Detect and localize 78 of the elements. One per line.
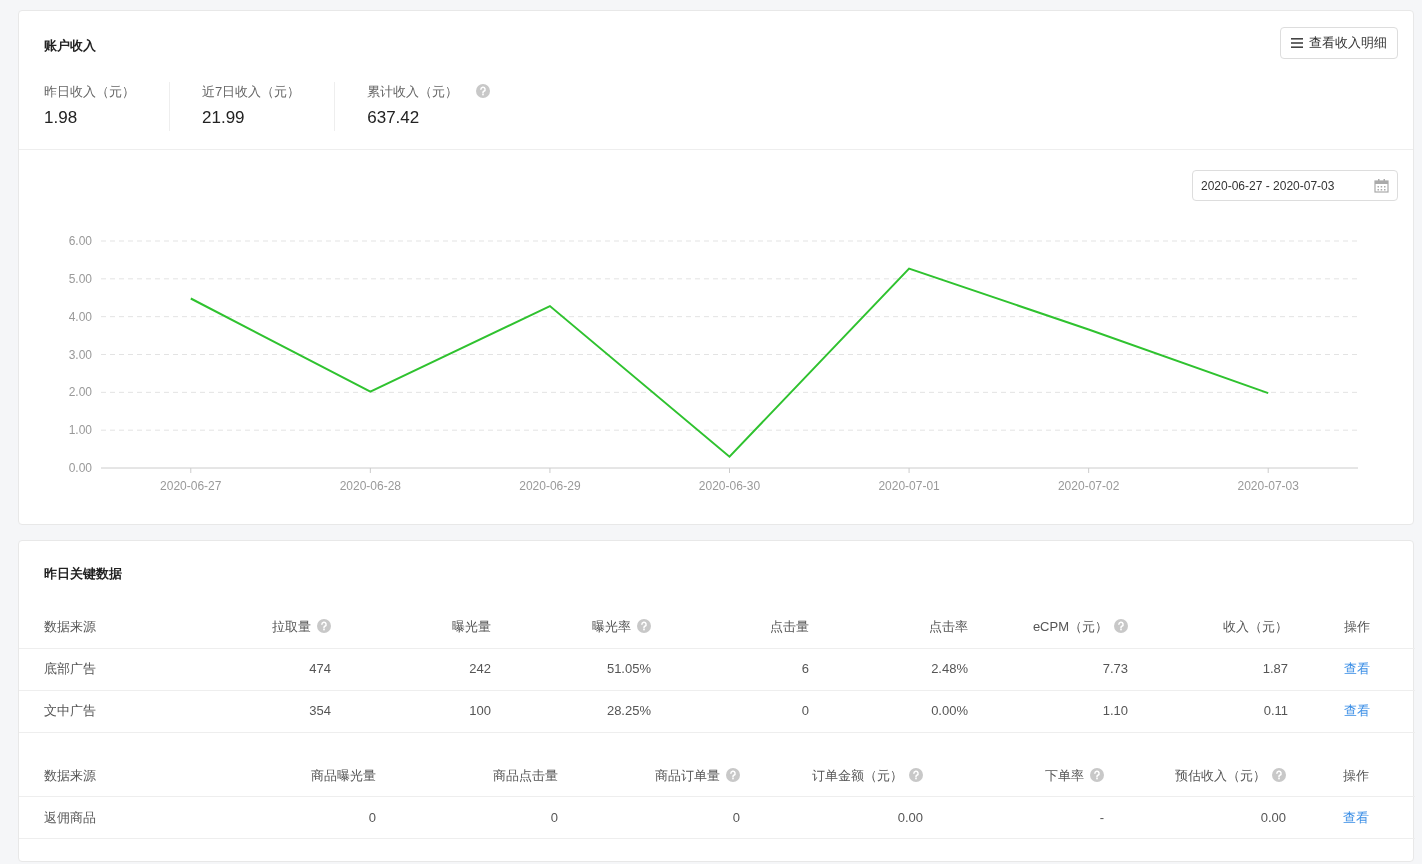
section-title: 昨日关键数据 <box>44 566 122 581</box>
help-icon[interactable] <box>317 619 331 633</box>
y-tick-label: 3.00 <box>68 347 92 362</box>
column-header: 拉取量 <box>272 619 311 634</box>
view-link[interactable]: 查看 <box>1343 703 1370 719</box>
table-cell: 0 <box>801 703 809 719</box>
date-range-value: 2020-06-27 - 2020-07-03 <box>1201 177 1335 195</box>
help-icon[interactable] <box>476 84 491 99</box>
view-link[interactable]: 查看 <box>1343 661 1370 677</box>
column-header: 曝光量 <box>452 619 491 634</box>
income-detail-button[interactable]: 查看收入明细 <box>1280 27 1398 59</box>
calendar-icon <box>1374 178 1389 193</box>
table-cell: 1.10 <box>1102 703 1128 719</box>
help-icon[interactable] <box>909 767 923 782</box>
table-cell: 0 <box>368 809 376 825</box>
table-cell: 文中广告 <box>44 703 96 719</box>
column-header: 点击率 <box>929 619 968 634</box>
help-icon[interactable] <box>1272 767 1286 782</box>
column-header: eCPM（元） <box>1032 619 1108 634</box>
column-header: 数据来源 <box>44 619 96 634</box>
table-cell: - <box>1099 809 1104 825</box>
x-tick-label: 2020-07-01 <box>878 479 940 493</box>
menu-icon <box>1291 37 1303 48</box>
y-tick-label: 0.00 <box>68 461 92 475</box>
help-icon[interactable] <box>726 767 740 782</box>
table-cell: 底部广告 <box>44 661 96 677</box>
stat-value: 637.42 <box>367 107 420 129</box>
column-header: 收入（元） <box>1223 619 1288 634</box>
column-header: 商品点击量 <box>493 767 558 783</box>
table-cell: 28.25% <box>606 703 651 719</box>
column-header: 商品曝光量 <box>311 767 376 783</box>
section-title: 账户收入 <box>44 37 96 55</box>
column-header: 商品订单量 <box>655 767 720 783</box>
column-header: 点击量 <box>770 619 809 634</box>
column-header: 预估收入（元） <box>1175 767 1266 783</box>
table-cell: 0 <box>732 809 740 825</box>
help-icon[interactable] <box>637 619 651 633</box>
y-tick-label: 6.00 <box>68 234 92 248</box>
x-tick-label: 2020-06-28 <box>339 479 402 493</box>
table-cell: 0 <box>550 809 558 825</box>
stat-value: 21.99 <box>202 107 245 129</box>
stat-label: 累计收入（元） <box>367 82 459 101</box>
table-cell: 7.73 <box>1102 661 1128 677</box>
help-icon[interactable] <box>1090 767 1104 782</box>
table-cell: 返佣商品 <box>44 809 96 825</box>
x-tick-label: 2020-06-27 <box>160 479 222 493</box>
table-cell: 0.00 <box>897 809 923 825</box>
stat-label: 近7日收入（元） <box>202 82 301 101</box>
column-header: 下单率 <box>1045 767 1084 783</box>
x-tick-label: 2020-07-03 <box>1237 479 1299 493</box>
x-tick-label: 2020-06-30 <box>698 479 761 493</box>
table-cell: 0.00 <box>1260 809 1286 825</box>
x-tick-label: 2020-07-02 <box>1057 479 1120 493</box>
column-header: 曝光率 <box>592 619 631 634</box>
y-tick-label: 1.00 <box>68 423 92 438</box>
table-cell: 0.00% <box>931 703 968 719</box>
table-cell: 51.05% <box>606 661 651 677</box>
x-tick-label: 2020-06-29 <box>519 479 581 493</box>
y-tick-label: 5.00 <box>68 271 92 286</box>
y-tick-label: 2.00 <box>68 385 92 400</box>
table-cell: 6 <box>801 661 809 677</box>
column-header: 操作 <box>1343 619 1370 634</box>
table-cell: 1.87 <box>1262 661 1288 677</box>
column-header: 订单金额（元） <box>812 767 903 783</box>
table-cell: 242 <box>469 661 491 677</box>
stat-label: 昨日收入（元） <box>44 82 135 101</box>
table-cell: 474 <box>309 661 331 677</box>
table-cell: 354 <box>309 703 331 719</box>
view-link[interactable]: 查看 <box>1342 809 1369 825</box>
stat-value: 1.98 <box>44 107 78 129</box>
y-tick-label: 4.00 <box>68 309 92 324</box>
table-cell: 0.11 <box>1263 703 1288 719</box>
help-icon[interactable] <box>1114 619 1128 633</box>
column-header: 操作 <box>1342 767 1369 783</box>
table-cell: 100 <box>469 703 491 719</box>
date-range-field[interactable]: 2020-06-27 - 2020-07-03 <box>1192 170 1398 201</box>
column-header: 数据来源 <box>44 767 96 783</box>
table-cell: 2.48% <box>931 661 968 677</box>
